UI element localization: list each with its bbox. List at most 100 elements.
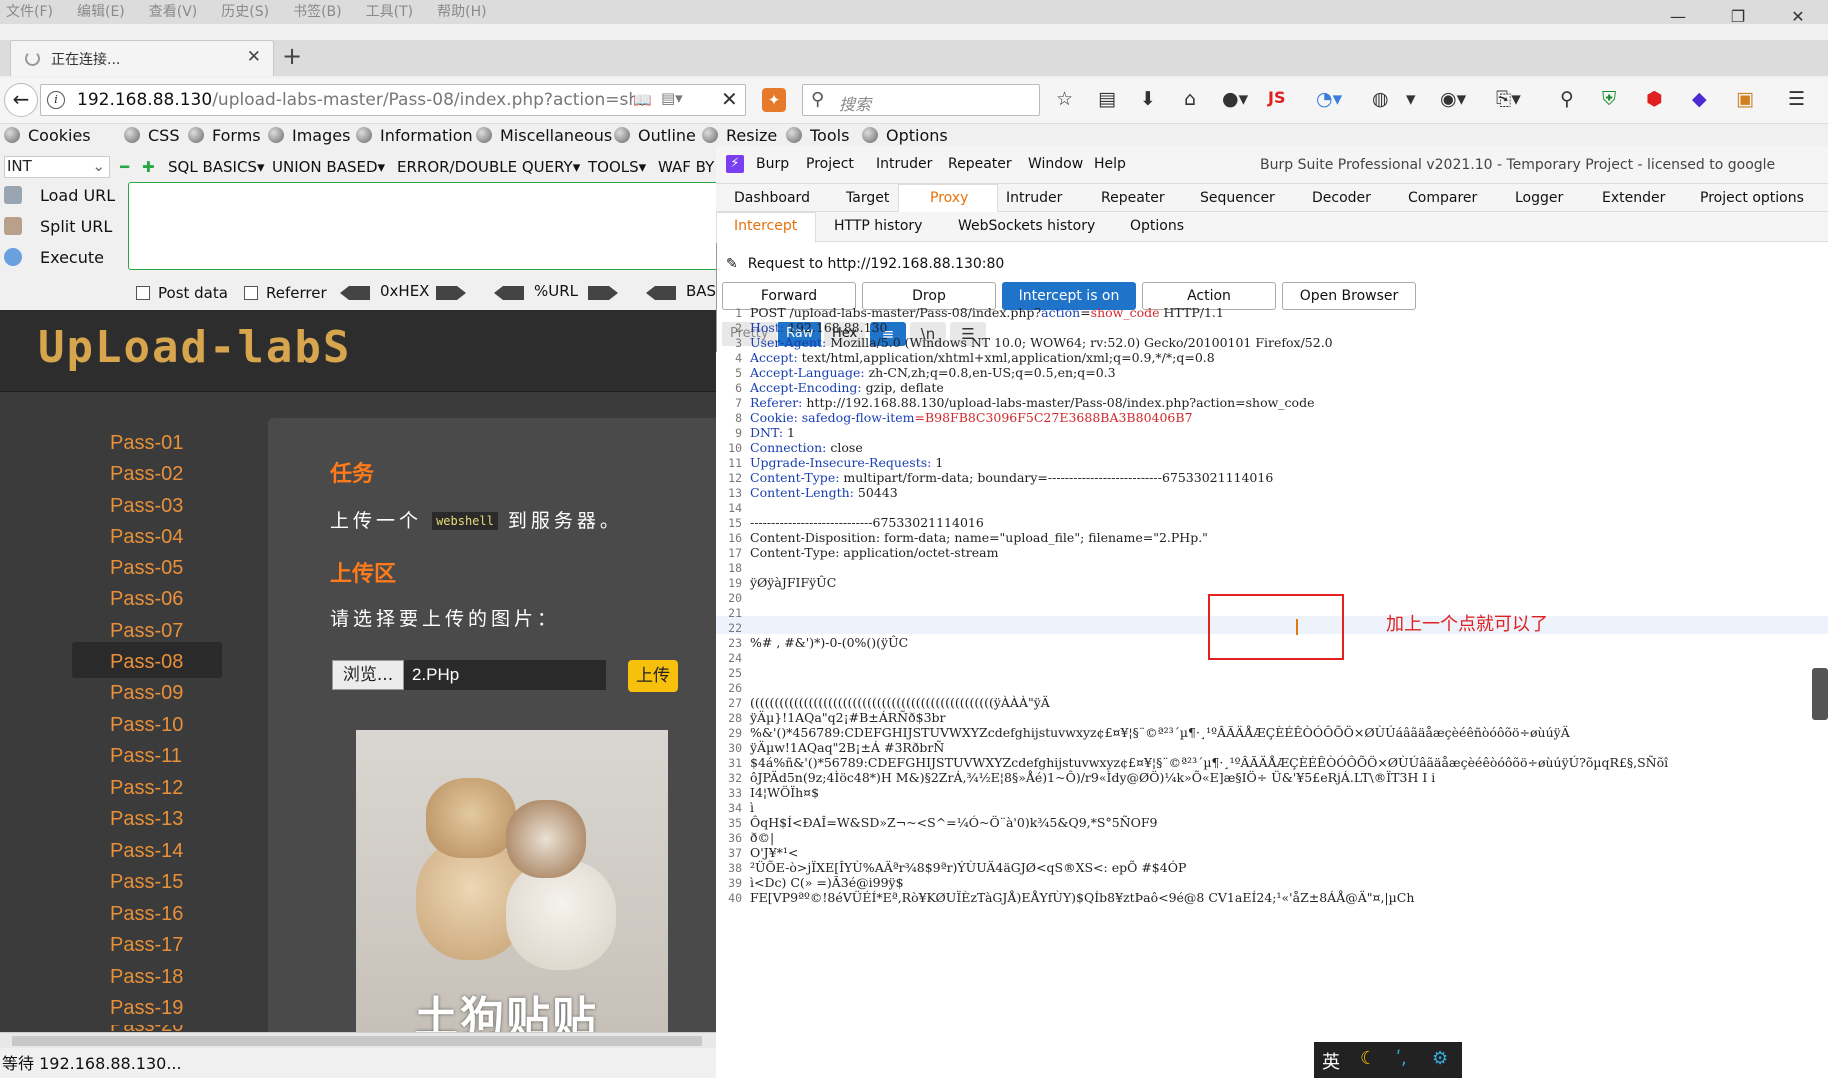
burp-menu-intruder[interactable]: Intruder bbox=[876, 156, 932, 172]
vertical-scroll-handle[interactable] bbox=[1812, 668, 1828, 720]
translate-icon[interactable]: ◔▾ bbox=[1316, 88, 1342, 110]
bookmark-tools[interactable]: Tools bbox=[786, 126, 849, 145]
bookmark-forms[interactable]: Forms bbox=[188, 126, 261, 145]
close-tab-icon[interactable]: ✕ bbox=[247, 47, 261, 67]
menu-edit[interactable]: 编辑(E) bbox=[77, 0, 125, 24]
request-line[interactable]: Content-Length: 50443 bbox=[750, 485, 898, 500]
sidebar-item-pass-10[interactable]: Pass-10 bbox=[110, 714, 183, 737]
close-window-button[interactable]: ✕ bbox=[1768, 0, 1828, 34]
request-line[interactable]: ÿÄµ}!1AQa"q2¡#B±ÁRÑð$3br bbox=[750, 710, 946, 725]
request-line[interactable]: Accept-Language: zh-CN,zh;q=0.8,en-US;q=… bbox=[750, 365, 1116, 380]
zoom-icon[interactable]: ⚲ bbox=[1560, 88, 1574, 110]
request-line[interactable]: ÿÄµw!1AQaq"2B¡±Á #3RðbrÑ bbox=[750, 740, 944, 755]
plus-icon[interactable]: ✚ bbox=[142, 158, 155, 176]
extension-n-icon[interactable]: ▣ bbox=[1736, 88, 1754, 110]
url-bar[interactable]: i 192.168.88.130/upload-labs-master/Pass… bbox=[40, 84, 746, 116]
sidebar-item-pass-14[interactable]: Pass-14 bbox=[110, 840, 183, 863]
sidebar-item-pass-17[interactable]: Pass-17 bbox=[110, 934, 183, 957]
sidebar-item-pass-15[interactable]: Pass-15 bbox=[110, 871, 183, 894]
split-url-button[interactable]: Split URL bbox=[4, 217, 112, 236]
tab-sequencer[interactable]: Sequencer bbox=[1200, 190, 1275, 206]
tab-project-options[interactable]: Project options bbox=[1700, 190, 1804, 206]
request-line[interactable]: ((((((((((((((((((((((((((((((((((((((((… bbox=[750, 695, 1050, 710]
extension-icon[interactable]: ✦ bbox=[762, 88, 786, 112]
site-logo[interactable]: UpLoad-labS bbox=[38, 322, 351, 373]
download-icon[interactable]: ⬇ bbox=[1140, 88, 1156, 110]
request-line[interactable]: ì<Dc) C(» =)Ã3é@i99ÿ$ bbox=[750, 875, 904, 890]
sidebar-item-pass-16[interactable]: Pass-16 bbox=[110, 903, 183, 926]
sidebar-item-pass-09[interactable]: Pass-09 bbox=[110, 682, 183, 705]
sidebar-item-pass-05[interactable]: Pass-05 bbox=[110, 557, 183, 580]
menu-help[interactable]: 帮助(H) bbox=[437, 0, 486, 24]
sidebar-item-pass-06[interactable]: Pass-06 bbox=[110, 588, 183, 611]
sidebar-item-pass-13[interactable]: Pass-13 bbox=[110, 808, 183, 831]
burp-menu-window[interactable]: Window bbox=[1028, 156, 1083, 172]
menu-waf[interactable]: WAF BY bbox=[658, 158, 714, 176]
tab-comparer[interactable]: Comparer bbox=[1408, 190, 1477, 206]
tab-decoder[interactable]: Decoder bbox=[1312, 190, 1371, 206]
menu-tools[interactable]: TOOLS▾ bbox=[588, 158, 646, 176]
bookmark-miscellaneous[interactable]: Miscellaneous bbox=[476, 126, 612, 145]
hamburger-menu-icon[interactable]: ☰ bbox=[1788, 88, 1805, 110]
menu-sql-basics[interactable]: SQL BASICS▾ bbox=[168, 158, 264, 176]
sidebar-item-pass-03[interactable]: Pass-03 bbox=[110, 495, 183, 518]
request-line[interactable]: ôJPÄd5n(9z;4Ìöc48*)H M&)§2ZrÁ,¾½E¦8§»Åé)… bbox=[750, 770, 1435, 785]
type-select[interactable]: INT ⌄ bbox=[4, 156, 110, 178]
tab-intruder[interactable]: Intruder bbox=[1006, 190, 1062, 206]
sidebar-item-pass-11[interactable]: Pass-11 bbox=[110, 745, 182, 768]
bookmark-options[interactable]: Options bbox=[862, 126, 948, 145]
request-line[interactable]: DNT: 1 bbox=[750, 425, 795, 440]
request-line[interactable]: Accept: text/html,application/xhtml+xml,… bbox=[750, 350, 1215, 365]
execute-button[interactable]: Execute bbox=[4, 248, 104, 267]
reader-view-icon[interactable]: 📖 bbox=[633, 91, 652, 109]
browser-tab[interactable]: 正在连接... ✕ bbox=[10, 40, 274, 76]
bookmark-css[interactable]: CSS bbox=[124, 126, 179, 145]
bookmark-outline[interactable]: Outline bbox=[614, 126, 696, 145]
request-line[interactable]: Content-Type: multipart/form-data; bound… bbox=[750, 470, 1273, 485]
bookmark-resize[interactable]: Resize bbox=[702, 126, 777, 145]
request-line[interactable]: Accept-Encoding: gzip, deflate bbox=[750, 380, 944, 395]
checkbox-box[interactable] bbox=[136, 286, 150, 300]
request-line[interactable]: Referer: http://192.168.88.130/upload-la… bbox=[750, 395, 1315, 410]
open-browser-button[interactable]: Open Browser bbox=[1282, 282, 1416, 310]
search-box[interactable]: ⚲ 搜索 bbox=[802, 84, 1040, 116]
request-line[interactable]: ð©| bbox=[750, 830, 774, 845]
request-line[interactable]: %# , #&')*)-0-(0%()(ÿÛC bbox=[750, 635, 908, 650]
request-line[interactable]: -----------------------------67533021114… bbox=[750, 515, 984, 530]
tab-target[interactable]: Target bbox=[846, 190, 889, 206]
scrollbar-thumb[interactable] bbox=[12, 1036, 702, 1046]
request-line[interactable]: ÿØÿàJFIFÿÛC bbox=[750, 575, 836, 590]
home-icon[interactable]: ⌂ bbox=[1184, 88, 1196, 110]
shield-icon[interactable]: ⛨ bbox=[1602, 88, 1616, 110]
tab-extender[interactable]: Extender bbox=[1602, 190, 1665, 206]
tab-dashboard[interactable]: Dashboard bbox=[734, 190, 810, 206]
burp-menu-repeater[interactable]: Repeater bbox=[948, 156, 1012, 172]
request-line[interactable]: FE[VP9ªº©!8éVÜÉÍ*Eª,Rò¥KØUÏÈzTàGJÅ)EÅYfÙ… bbox=[750, 890, 1414, 905]
request-line[interactable]: ÔqH$Í<ÐAÎ=W&SD»Z¬~<S^=¼Ó~Ö¨à'0)k¾5&Q9,*S… bbox=[750, 815, 1157, 830]
punctuation-icon[interactable]: ʹ, bbox=[1396, 1048, 1407, 1069]
request-line[interactable]: Content-Disposition: form-data; name="up… bbox=[750, 530, 1208, 545]
burp-menu-project[interactable]: Project bbox=[806, 156, 854, 172]
proxy-icon[interactable]: ◉▾ bbox=[1440, 88, 1466, 110]
load-url-button[interactable]: Load URL bbox=[4, 186, 115, 205]
menu-file[interactable]: 文件(F) bbox=[6, 0, 53, 24]
sidebar-item-pass-04[interactable]: Pass-04 bbox=[110, 526, 183, 549]
request-line[interactable]: POST /upload-labs-master/Pass-08/index.p… bbox=[750, 305, 1224, 320]
horizontal-scrollbar[interactable] bbox=[0, 1032, 716, 1048]
hackbar-url-textarea[interactable] bbox=[128, 182, 718, 270]
minus-icon[interactable]: ━ bbox=[120, 158, 129, 176]
tab-websockets-history[interactable]: WebSockets history bbox=[958, 218, 1095, 234]
burp-menu-burp[interactable]: Burp bbox=[756, 156, 789, 172]
sidebar-item-pass-12[interactable]: Pass-12 bbox=[110, 777, 183, 800]
stop-loading-icon[interactable]: ✕ bbox=[721, 87, 738, 111]
request-line[interactable]: Host: 192.168.88.130 bbox=[750, 320, 887, 335]
checkbox-box[interactable] bbox=[244, 286, 258, 300]
tab-intercept[interactable]: Intercept bbox=[734, 218, 797, 234]
tab-http-history[interactable]: HTTP history bbox=[834, 218, 922, 234]
info-icon[interactable]: i bbox=[47, 91, 65, 109]
dropdown-icon[interactable]: ▾ bbox=[1406, 88, 1416, 110]
request-line[interactable]: O'J¥*¹< bbox=[750, 845, 798, 860]
back-button[interactable]: ← bbox=[4, 83, 38, 117]
burp-menu-help[interactable]: Help bbox=[1094, 156, 1126, 172]
request-line[interactable]: ²ÜÕE-ò>jÏXE[ÎYÙ%AÄªr¾8$9ªr)ÝÙUÄ4äGJØ<qS®… bbox=[750, 860, 1186, 875]
